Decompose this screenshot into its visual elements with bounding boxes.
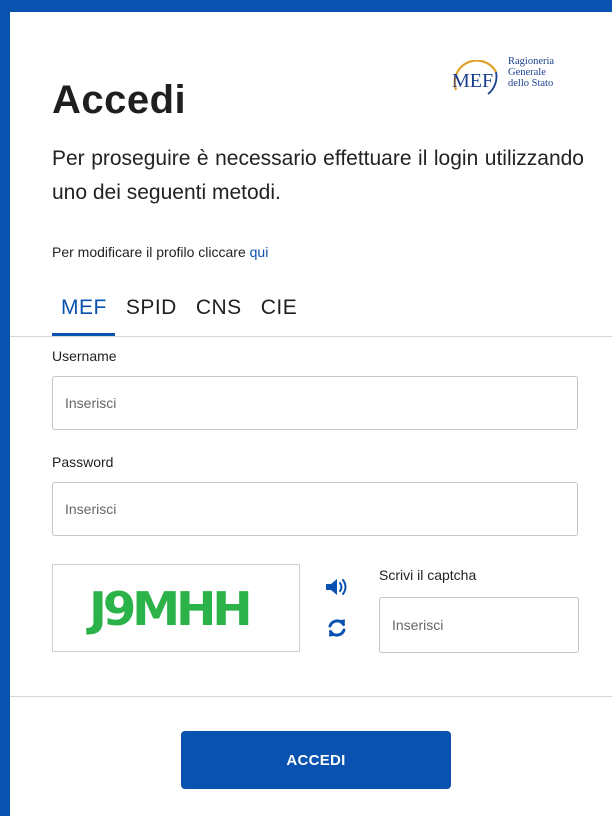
login-panel: Accedi MEF Ragioneria Generale dello Sta… — [10, 12, 612, 816]
profile-edit-line: Per modificare il profilo cliccare qui — [52, 244, 268, 260]
username-label: Username — [52, 348, 117, 364]
mef-logo: MEF Ragioneria Generale dello Stato — [446, 54, 576, 102]
login-method-tabs: MEF SPID CNS CIE — [52, 296, 301, 336]
password-label: Password — [52, 454, 114, 470]
tab-spid[interactable]: SPID — [117, 296, 181, 336]
volume-icon-glyph — [326, 579, 347, 595]
captcha-image-text: J9MHH — [89, 582, 253, 636]
password-input[interactable] — [52, 482, 578, 536]
logo-org-line: Ragioneria — [508, 56, 555, 67]
username-input[interactable] — [52, 376, 578, 430]
mef-logo-text: MEF — [452, 70, 494, 92]
refresh-icon-glyph — [328, 619, 346, 637]
volume-icon[interactable] — [322, 572, 352, 602]
logo-org-name: Ragioneria Generale dello Stato — [508, 56, 554, 89]
profile-edit-link[interactable]: qui — [250, 244, 269, 260]
tab-mef[interactable]: MEF — [52, 296, 115, 336]
page-title: Accedi — [52, 78, 187, 122]
captcha-image: J9MHH — [52, 564, 300, 652]
tab-cns[interactable]: CNS — [187, 296, 246, 336]
profile-edit-text: Per modificare il profilo cliccare — [52, 244, 250, 260]
captcha-label: Scrivi il captcha — [379, 567, 477, 583]
intro-text: Per proseguire è necessario effettuare i… — [52, 147, 584, 204]
form-divider — [10, 696, 612, 697]
logo-org-line: dello Stato — [508, 78, 554, 89]
tab-cie[interactable]: CIE — [252, 296, 302, 336]
login-button[interactable]: ACCEDI — [181, 731, 451, 789]
refresh-icon[interactable] — [322, 613, 352, 643]
captcha-input[interactable] — [379, 597, 579, 653]
tabs-divider — [10, 336, 612, 337]
logo-org-line: Generale — [508, 67, 546, 78]
